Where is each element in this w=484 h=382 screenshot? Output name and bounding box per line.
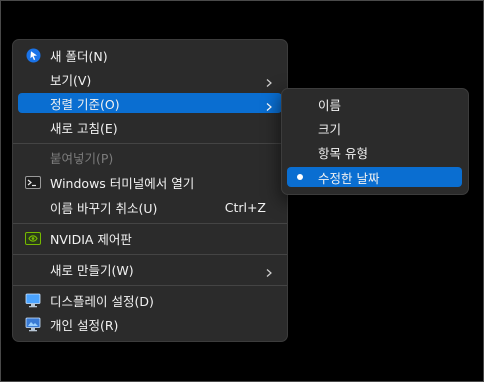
chevron-right-icon	[266, 99, 272, 111]
terminal-icon	[25, 174, 41, 190]
menu-divider	[13, 285, 287, 286]
sort-option-item-type[interactable]: 항목 유형	[287, 142, 462, 162]
menu-item-label: NVIDIA 제어판	[50, 231, 132, 247]
nvidia-icon	[25, 230, 41, 246]
menu-item-label: 정렬 기준(O)	[50, 96, 120, 112]
menu-item-sort-by[interactable]: 정렬 기준(O)	[18, 93, 282, 113]
menu-item-open-terminal[interactable]: Windows 터미널에서 열기	[18, 172, 282, 192]
personalize-icon	[25, 316, 41, 332]
sort-option-name[interactable]: 이름	[287, 94, 462, 114]
new-folder-icon	[25, 47, 41, 63]
selected-bullet-icon	[297, 174, 303, 180]
menu-item-label: 이름 바꾸기 취소(U)	[50, 200, 158, 216]
display-icon	[25, 292, 41, 308]
sort-option-label: 이름	[318, 97, 342, 113]
chevron-right-icon	[266, 265, 272, 277]
menu-divider	[13, 254, 287, 255]
desktop-context-menu: 새 폴더(N) 보기(V) 정렬 기준(O) 새로 고침(E) 붙여넣기(P) …	[12, 39, 288, 342]
menu-item-label: 붙여넣기(P)	[50, 150, 114, 166]
menu-item-view[interactable]: 보기(V)	[18, 69, 282, 89]
menu-item-label: 새로 만들기(W)	[50, 262, 134, 278]
menu-item-refresh[interactable]: 새로 고침(E)	[18, 117, 282, 137]
menu-divider	[13, 223, 287, 224]
menu-item-display-settings[interactable]: 디스플레이 설정(D)	[18, 290, 282, 310]
menu-item-label: 디스플레이 설정(D)	[50, 293, 154, 309]
sort-option-label: 항목 유형	[318, 145, 368, 161]
menu-item-personalize[interactable]: 개인 설정(R)	[18, 314, 282, 334]
menu-item-label: 새 폴더(N)	[50, 48, 108, 64]
menu-item-nvidia[interactable]: NVIDIA 제어판	[18, 228, 282, 248]
menu-item-label: Windows 터미널에서 열기	[50, 175, 195, 191]
menu-item-new-folder[interactable]: 새 폴더(N)	[18, 45, 282, 65]
menu-item-label: 보기(V)	[50, 72, 92, 88]
sort-by-submenu: 이름 크기 항목 유형 수정한 날짜	[281, 88, 469, 195]
menu-item-paste[interactable]: 붙여넣기(P)	[18, 147, 282, 167]
menu-item-label: 개인 설정(R)	[50, 317, 119, 333]
sort-option-label: 수정한 날짜	[318, 170, 380, 186]
menu-item-label: 새로 고침(E)	[50, 120, 118, 136]
chevron-right-icon	[266, 75, 272, 87]
menu-item-shortcut: Ctrl+Z	[224, 199, 266, 215]
menu-divider	[13, 143, 287, 144]
sort-option-date-modified[interactable]: 수정한 날짜	[287, 167, 462, 187]
menu-item-undo-rename[interactable]: 이름 바꾸기 취소(U) Ctrl+Z	[18, 197, 282, 217]
sort-option-size[interactable]: 크기	[287, 118, 462, 138]
sort-option-label: 크기	[318, 121, 342, 137]
menu-item-new[interactable]: 새로 만들기(W)	[18, 259, 282, 279]
